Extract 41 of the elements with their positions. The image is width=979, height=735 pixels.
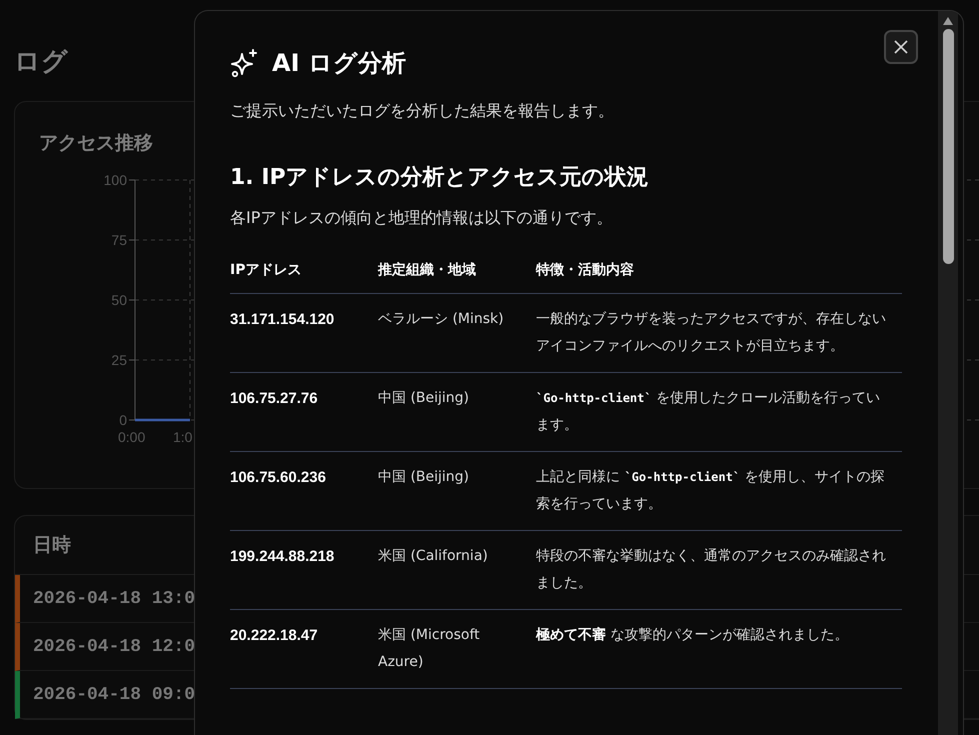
description-cell: `Go-http-client` を使用したクロール活動を行っています。 xyxy=(536,372,902,452)
datetime-cell: 2026-04-18 12:0 xyxy=(33,637,196,657)
y-tick-label: 75 xyxy=(111,232,127,248)
ip-address-cell: 20.222.18.47 xyxy=(230,610,378,688)
close-icon xyxy=(893,39,909,55)
description-cell: 特段の不審な挙動はなく、通常のアクセスのみ確認されました。 xyxy=(536,530,902,610)
x-tick-label: 1:0 xyxy=(173,429,192,445)
description-cell: 上記と同様に `Go-http-client` を使用し、サイトの探索を行っています。 xyxy=(536,452,902,530)
modal-title: AI ログ分析 xyxy=(272,48,406,79)
y-tick-label: 25 xyxy=(111,352,127,368)
ip-address-cell: 106.75.60.236 xyxy=(230,452,378,530)
close-button[interactable] xyxy=(884,30,918,64)
datetime-cell: 2026-04-18 09:0 xyxy=(33,685,196,705)
region-cell: 中国 (Beijing) xyxy=(378,452,536,530)
region-cell: ベラルーシ (Minsk) xyxy=(378,294,536,372)
datetime-cell: 2026-04-18 13:0 xyxy=(33,589,196,609)
region-cell: 米国 (Microsoft Azure) xyxy=(378,610,536,688)
y-tick-label: 100 xyxy=(104,172,127,188)
x-tick-label: 0:00 xyxy=(118,429,146,445)
description-cell: 極めて不審 な攻撃的パターンが確認されました。 xyxy=(536,610,902,688)
column-header: IPアドレス xyxy=(230,255,378,294)
page-title: ログ xyxy=(14,46,68,79)
scroll-up-icon[interactable] xyxy=(943,17,953,25)
section-intro-text: 各IPアドレスの傾向と地理的情報は以下の通りです。 xyxy=(230,208,614,229)
ip-address-cell: 106.75.27.76 xyxy=(230,372,378,452)
column-header: 特徴・活動内容 xyxy=(536,255,902,294)
intro-text: ご提示いただいたログを分析した結果を報告します。 xyxy=(230,101,615,122)
column-header: 推定組織・地域 xyxy=(378,255,536,294)
y-tick-label: 0 xyxy=(119,412,127,428)
ip-address-cell: 199.244.88.218 xyxy=(230,530,378,610)
description-cell: 一般的なブラウザを装ったアクセスですが、存在しないアイコンファイルへのリクエストが目立ちます。 xyxy=(536,294,902,372)
section-heading: 1. IPアドレスの分析とアクセス元の状況 xyxy=(230,164,650,192)
scrollbar-thumb[interactable] xyxy=(942,29,954,264)
region-cell: 中国 (Beijing) xyxy=(378,372,536,452)
ip-address-cell: 31.171.154.120 xyxy=(230,294,378,372)
chart-title: アクセス推移 xyxy=(39,131,154,156)
y-tick-label: 50 xyxy=(111,292,127,308)
scrollbar[interactable] xyxy=(938,11,958,735)
region-cell: 米国 (California) xyxy=(378,530,536,610)
sparkle-icon xyxy=(230,48,260,78)
line-series xyxy=(135,418,190,422)
